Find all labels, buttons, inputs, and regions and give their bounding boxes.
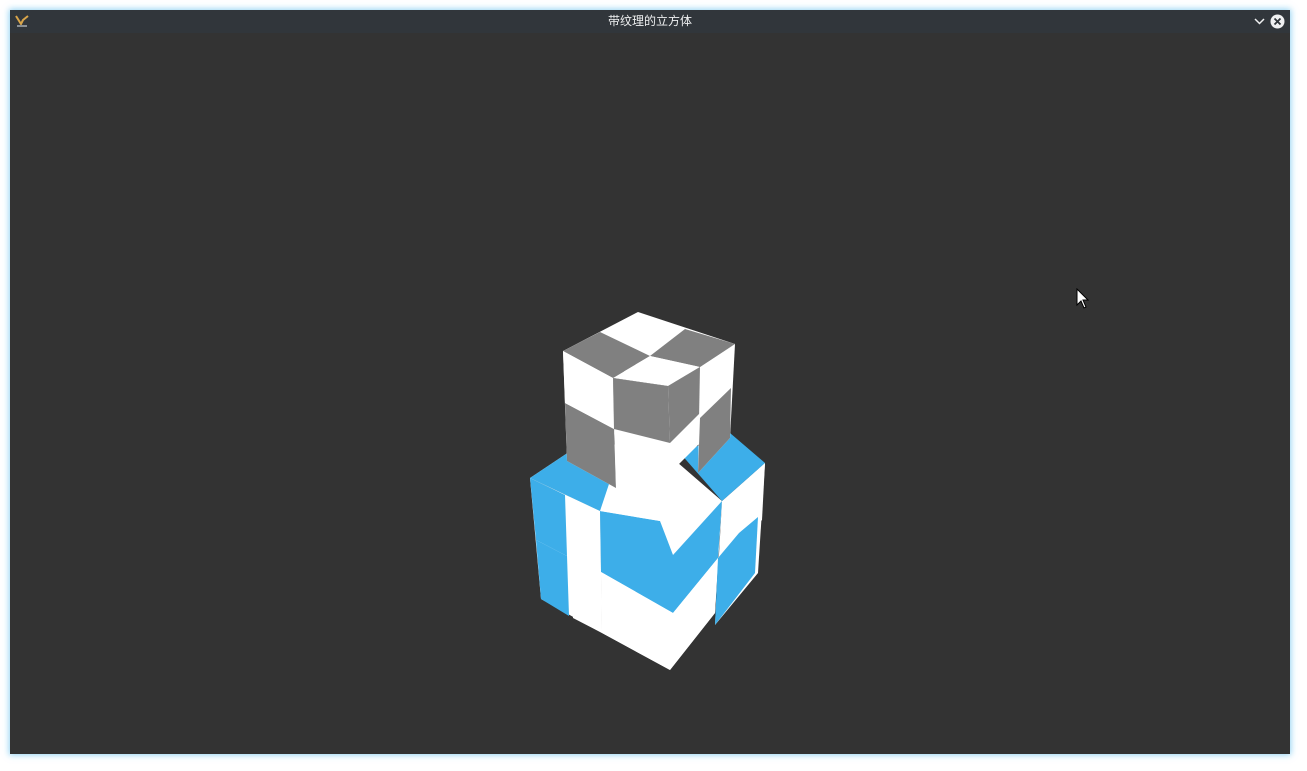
app-window: 带纹理的立方体 [10,10,1290,754]
close-icon[interactable] [1269,13,1286,30]
3d-viewport[interactable] [10,33,1290,754]
mouse-pointer-icon [1076,288,1090,309]
chevron-down-icon[interactable] [1251,13,1268,30]
title-bar[interactable]: 带纹理的立方体 [10,10,1290,33]
cube-scene [530,312,765,670]
window-title: 带纹理的立方体 [607,14,692,28]
